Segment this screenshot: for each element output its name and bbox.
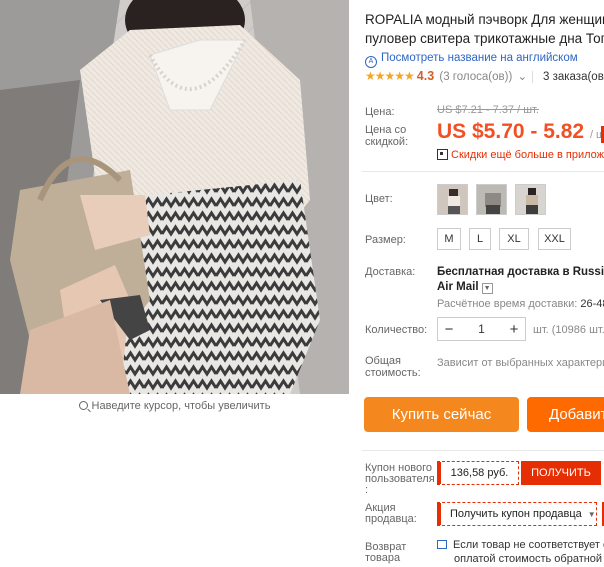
discount-price-label-line2: скидкой:	[365, 136, 409, 148]
orders-count: 3 заказа(ов)	[532, 71, 604, 83]
translate-icon: A	[365, 56, 377, 68]
rating-votes: (3 голоса(ов))	[439, 71, 513, 83]
discount-price: US $5.70 - 5.82 / шт.	[437, 120, 604, 144]
shipping-method-selector[interactable]: Air Mail ▼	[437, 281, 493, 294]
rating-caret-icon: ⌄	[517, 71, 528, 83]
price-label: Цена:	[365, 106, 395, 118]
discount-price-label-line1: Цена со	[365, 124, 407, 136]
size-option-xxl[interactable]: XXL	[538, 228, 571, 250]
product-title: ROPALIA модный пэчворк Для женщин пулове…	[365, 10, 604, 48]
product-main-image[interactable]	[0, 0, 349, 394]
qr-code-icon	[437, 149, 448, 160]
color-label: Цвет:	[365, 193, 393, 205]
size-label: Размер:	[365, 234, 406, 246]
translate-title-link[interactable]: A Посмотреть название на английском	[365, 52, 578, 68]
product-title-line2: пуловер свитера трикотажные дна Топ	[365, 31, 604, 46]
buy-now-button[interactable]: Купить сейчас	[364, 397, 519, 432]
seller-coupon-dropdown[interactable]: Получить купон продавца ▼	[437, 502, 597, 526]
returns-label-line2: товара	[365, 552, 401, 564]
delivery-time-value: 26-48	[580, 298, 604, 310]
quantity-label: Количество:	[365, 324, 428, 336]
translate-link-text: Посмотреть название на английском	[381, 52, 578, 64]
quantity-input[interactable]: 1	[460, 322, 503, 336]
return-icon	[437, 540, 447, 549]
caret-down-icon: ▼	[587, 510, 596, 519]
total-note: Зависит от выбранных характери	[437, 357, 604, 369]
get-coupon-button[interactable]: ПОЛУЧИТЬ	[521, 461, 601, 485]
new-user-coupon-label-line3: :	[365, 484, 369, 496]
app-promo-link[interactable]: Скидки ещё больше в приложе	[437, 149, 604, 161]
divider	[362, 171, 604, 172]
magnifier-icon	[78, 401, 88, 410]
color-swatch-gray[interactable]	[476, 184, 507, 215]
total-label-line1: Общая	[365, 355, 401, 367]
rating-summary[interactable]: ★★★★★ 4.3 (3 голоса(ов)) ⌄	[365, 69, 527, 83]
product-info-panel: ROPALIA модный пэчворк Для женщин пулове…	[362, 0, 604, 567]
app-promo-text: Скидки ещё больше в приложе	[451, 149, 604, 161]
discount-price-value: US $5.70 - 5.82	[437, 120, 585, 143]
color-swatch-beige[interactable]	[515, 184, 546, 215]
quantity-stepper: − 1 +	[437, 317, 526, 341]
delivery-time: Расчётное время доставки: 26-48	[437, 298, 604, 310]
zoom-hint: Наведите курсор, чтобы увеличить	[0, 400, 349, 412]
rating-stars-icon: ★★★★★	[365, 69, 415, 83]
product-title-line1: ROPALIA модный пэчворк Для женщин	[365, 12, 604, 27]
new-user-coupon-amount: 136,58 руб.	[437, 461, 519, 485]
shipping-method-line1: Бесплатная доставка в Russian	[437, 266, 604, 278]
returns-policy-line2: оплатой стоимость обратной п	[454, 553, 604, 565]
chevron-down-icon: ▼	[481, 283, 493, 294]
zoom-hint-text: Наведите курсор, чтобы увеличить	[91, 400, 271, 412]
total-label-line2: стоимость:	[365, 367, 421, 379]
returns-policy-line1: Если товар не соответствует о	[437, 539, 604, 551]
new-user-coupon-label-line2: пользователя	[365, 473, 435, 485]
returns-policy-text1: Если товар не соответствует о	[453, 539, 604, 551]
rating-value: 4.3	[416, 69, 435, 83]
size-option-xl[interactable]: XL	[499, 228, 529, 250]
color-swatch-white[interactable]	[437, 184, 468, 215]
seller-promo-label-line2: продавца:	[365, 513, 417, 525]
shipping-label: Доставка:	[365, 266, 416, 278]
divider	[362, 450, 604, 451]
size-option-l[interactable]: L	[469, 228, 491, 250]
quantity-available: шт. (10986 шт.	[533, 324, 604, 336]
size-option-m[interactable]: M	[437, 228, 461, 250]
seller-coupon-text: Получить купон продавца	[450, 508, 582, 520]
delivery-time-label: Расчётное время доставки:	[437, 298, 578, 310]
quantity-decrease-button[interactable]: −	[438, 321, 460, 338]
add-to-cart-button[interactable]: Добавит	[527, 397, 604, 432]
shipping-method-line2: Air Mail	[437, 281, 479, 293]
old-price: US $7.21 - 7.37 / шт.	[437, 104, 539, 116]
quantity-increase-button[interactable]: +	[503, 321, 525, 338]
